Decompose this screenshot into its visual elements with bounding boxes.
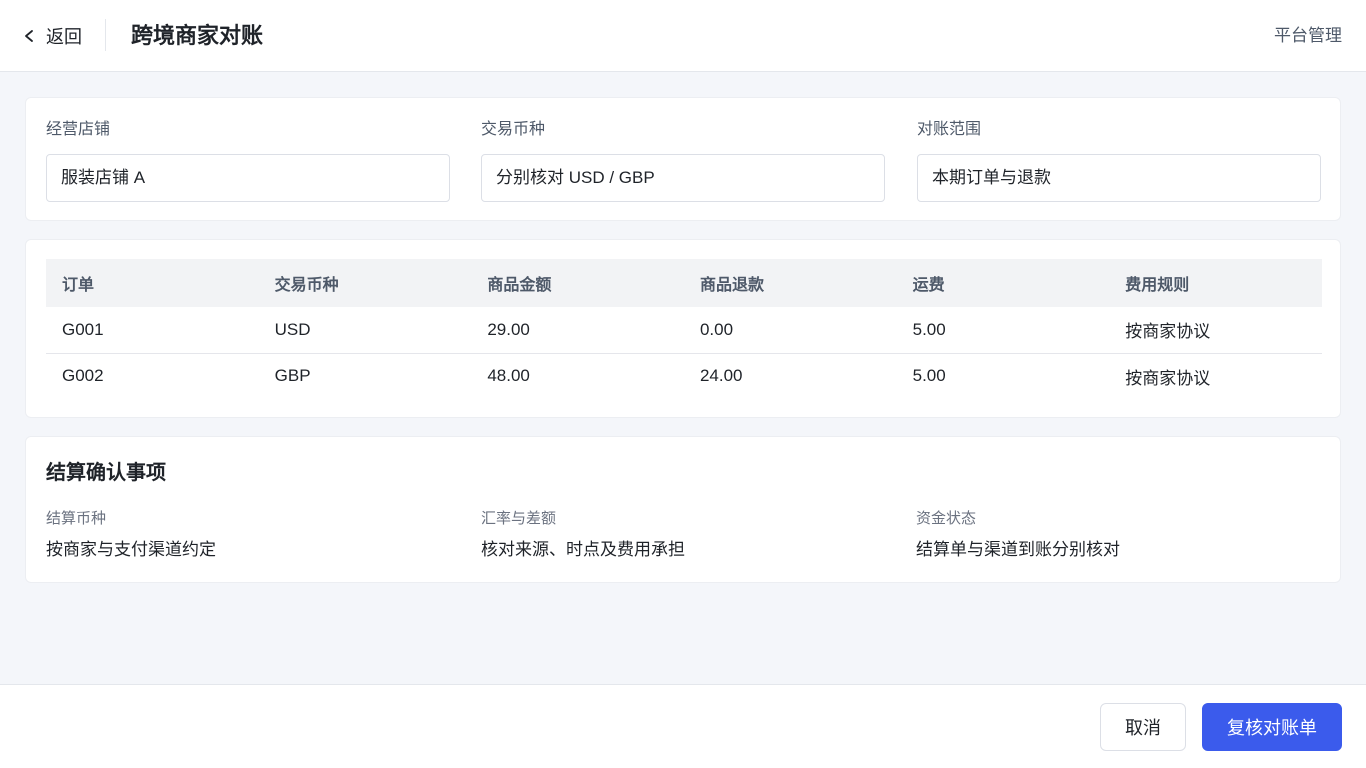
column-header-refund: 商品退款 — [683, 259, 897, 307]
orders-table-card: 订单 交易币种 商品金额 商品退款 运费 费用规则 G001 USD 29.00… — [25, 239, 1341, 418]
table-cell: GBP — [274, 366, 311, 386]
table-cell: 5.00 — [912, 366, 946, 386]
settlement-currency-item: 结算币种 按商家与支付渠道约定 — [46, 508, 466, 562]
table-cell: G001 — [46, 307, 259, 354]
cancel-button[interactable]: 取消 — [1100, 703, 1186, 751]
header-divider — [105, 19, 106, 51]
orders-table: 订单 交易币种 商品金额 商品退款 运费 费用规则 G001 USD 29.00… — [46, 259, 1322, 399]
chevron-left-icon — [25, 30, 33, 42]
column-header-amount: 商品金额 — [471, 259, 684, 307]
currency-select[interactable]: 分别核对 USD / GBP — [481, 154, 885, 202]
top-bar: 返回 跨境商家对账 平台管理 — [0, 0, 1366, 72]
fund-status-label: 资金状态 — [916, 510, 977, 527]
exchange-rate-item: 汇率与差额 核对来源、时点及费用承担 — [481, 508, 901, 562]
table-cell: 48.00 — [487, 366, 530, 386]
table-cell: 按商家协议 — [1125, 368, 1211, 388]
store-select[interactable]: 服装店铺 A — [46, 154, 450, 202]
table-cell: 5.00 — [896, 307, 1110, 354]
exchange-rate-value: 核对来源、时点及费用承担 — [481, 540, 685, 559]
table-header-row: 订单 交易币种 商品金额 商品退款 运费 费用规则 — [46, 259, 1322, 307]
footer-bar: 取消 复核对账单 — [0, 684, 1366, 768]
table-cell: 按商家协议 — [1109, 307, 1322, 354]
exchange-rate-label: 汇率与差额 — [481, 510, 557, 527]
settlement-currency-label: 结算币种 — [46, 510, 107, 527]
table-cell: 24.00 — [699, 366, 743, 386]
column-header-currency: 交易币种 — [258, 259, 472, 307]
store-label: 经营店铺 — [46, 121, 111, 138]
column-header-fee-rule: 费用规则 — [1109, 259, 1322, 307]
scope-select[interactable]: 本期订单与退款 — [917, 154, 1321, 202]
table-cell: USD — [258, 307, 472, 354]
back-label: 返回 — [46, 27, 82, 47]
fund-status-value: 结算单与渠道到账分别核对 — [916, 540, 1120, 559]
currency-label: 交易币种 — [481, 121, 546, 138]
store-field: 经营店铺 服装店铺 A — [46, 118, 450, 202]
platform-management-link[interactable]: 平台管理 — [1274, 23, 1342, 49]
table-row: G002 GBP 48.00 24.00 5.00 按商家协议 — [46, 353, 1322, 399]
column-header-shipping: 运费 — [896, 259, 1110, 307]
table-row: G001 USD 29.00 0.00 5.00 按商家协议 — [46, 307, 1322, 354]
page-title: 跨境商家对账 — [131, 23, 264, 48]
fund-status-item: 资金状态 结算单与渠道到账分别核对 — [916, 508, 1336, 562]
review-statement-button[interactable]: 复核对账单 — [1202, 703, 1342, 751]
currency-field: 交易币种 分别核对 USD / GBP — [481, 118, 885, 202]
table-cell: G002 — [62, 366, 104, 386]
table-cell: 0.00 — [683, 307, 897, 354]
scope-field: 对账范围 本期订单与退款 — [917, 118, 1321, 202]
settlement-title: 结算确认事项 — [46, 462, 166, 484]
table-cell: 29.00 — [471, 307, 684, 354]
settlement-currency-value: 按商家与支付渠道约定 — [46, 540, 216, 559]
filter-card: 经营店铺 服装店铺 A 交易币种 分别核对 USD / GBP 对账范围 本期订… — [25, 97, 1341, 221]
scope-label: 对账范围 — [917, 121, 982, 138]
back-button[interactable]: 返回 — [22, 22, 82, 50]
column-header-order: 订单 — [46, 259, 259, 307]
settlement-card: 结算确认事项 结算币种 按商家与支付渠道约定 汇率与差额 核对来源、时点及费用承… — [25, 436, 1341, 583]
